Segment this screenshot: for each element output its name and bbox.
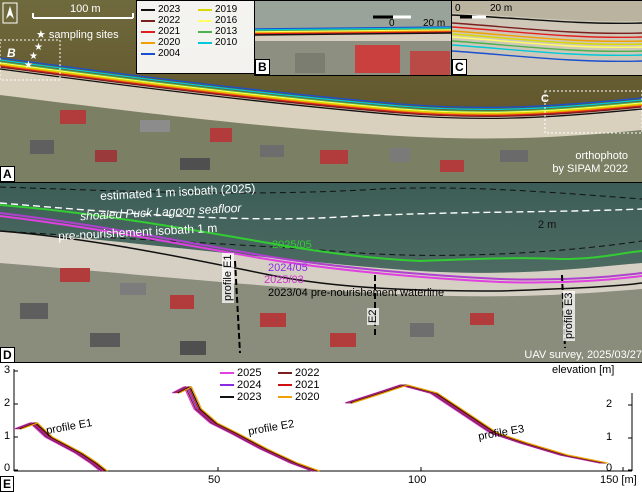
x-tick-100: 100 [408,474,427,486]
profile-legend-label: 2025 [237,367,262,379]
profile-legend-item: 2024 [220,379,272,391]
profile-legend-swatch [220,396,234,398]
inset-b-letter: B [255,59,270,75]
panel-e-legend: 2025 2022 2024 2021 2023 2020 [220,367,330,403]
orthophoto-credit: orthophoto by SIPAM 2022 [552,150,628,176]
y-tick-right-2: 2 [606,398,613,410]
y-tick-3: 3 [4,364,11,376]
shoreline-legend-label: 2020 [158,37,181,48]
shoreline-legend-item: 2022 [141,15,194,26]
shoreline-legend-item: 2019 [198,4,251,15]
elevation-axis-label: elevation [m] [552,364,615,376]
shoreline-legend-item: 2021 [141,26,194,37]
profile-legend-item: 2022 [278,367,330,379]
profile-legend-label: 2023 [237,391,262,403]
waterline-2025-03-label: 2025/03 [264,274,304,286]
pre-waterline-label: 2023/04 pre-nourishement waterline [268,287,445,299]
profile-legend-label: 2020 [295,391,320,403]
orthophoto-line1: orthophoto [575,150,628,162]
profile-legend-swatch [278,384,292,386]
svg-text:★: ★ [24,60,33,71]
shoreline-legend-label: 2019 [215,4,238,15]
panel-e: 3 2 1 0 2 1 0 50 100 150 [m] elevation [… [0,362,642,492]
isobath-2m-label: 2 m [538,219,557,231]
x-tick-50: 50 [208,474,221,486]
shoreline-legend-swatch [198,30,212,33]
profile-legend-label: 2024 [237,379,262,391]
profile-legend-item: 2023 [220,391,272,403]
shoreline-legend-swatch [198,8,212,11]
profile-e2-label: E2 [367,307,379,325]
shoreline-legend-swatch [141,19,155,22]
profile-e3-curve [346,384,602,464]
panel-a-legend: 2023 2019 2022 2016 2021 2013 2020 2010 2004 [136,0,256,74]
panel-d: estimated 1 m isobath (2025) 2 m shoaled… [0,182,642,363]
shoreline-legend-swatch [198,41,212,44]
shoreline-legend-item: 2010 [198,37,251,48]
panel-a-scale-label: 100 m [70,3,101,15]
shoreline-legend-swatch [141,41,155,44]
profile-legend-swatch [278,372,292,374]
y-tick-right-1: 1 [606,431,613,443]
inset-c-marker: C [541,93,549,105]
shoreline-legend-item: 2016 [198,15,251,26]
profile-legend-label: 2022 [295,367,320,379]
shoreline-legend-swatch [141,8,155,11]
inset-b-scale-zero: 0 [389,18,395,29]
profile-legend-swatch [220,384,234,386]
figure: ★ ★ ★ 100 m ★ sampling sites B C orthoph… [0,0,642,492]
profile-legend-label: 2021 [295,379,320,391]
sampling-sites-label: ★ sampling sites [36,29,119,41]
inset-b-marker: B [7,46,16,60]
profile-e3-label: profile E3 [563,290,575,341]
profile-legend-item: 2020 [278,391,330,403]
shoreline-legend-label: 2013 [215,26,238,37]
shoreline-legend-label: 2022 [158,15,181,26]
inset-c-map [452,1,642,62]
shoreline-legend-item: 2023 [141,4,194,15]
shoreline-legend-item: 2020 [141,37,194,48]
profile-legend-swatch [278,396,292,398]
inset-c: 0 20 m C [451,0,642,76]
inset-c-scale-label: 20 m [490,3,513,14]
profile-e3-curve [344,384,601,464]
inset-c-letter: C [452,59,467,75]
shoreline-legend-swatch [198,19,212,22]
profile-legend-item: 2025 [220,367,272,379]
shoreline-legend-label: 2010 [215,37,238,48]
shoreline-legend-item: 2013 [198,26,251,37]
inset-b: 0 20 m B [254,0,453,76]
panel-a: ★ ★ ★ 100 m ★ sampling sites B C orthoph… [0,0,642,182]
y-tick-right-0: 0 [606,462,613,474]
inset-c-scale-zero: 0 [455,3,461,14]
profile-legend-swatch [220,372,234,374]
waterline-2025-05-label: 2025/05 [272,239,312,251]
panel-e-letter: E [0,476,15,492]
shoreline-legend-label: 2021 [158,26,181,37]
panel-d-letter: D [0,347,15,363]
shoreline-legend-swatch [141,30,155,33]
y-tick-0: 0 [4,462,11,474]
shoreline-legend-label: 2016 [215,15,238,26]
profile-legend-item: 2021 [278,379,330,391]
waterline-2024-05-label: 2024/05 [268,262,308,274]
panel-a-letter: A [0,166,15,182]
inset-b-map [255,1,452,75]
y-tick-1: 1 [4,430,11,442]
shoreline-legend-label: 2023 [158,4,181,15]
orthophoto-line2: by SIPAM 2022 [552,163,628,175]
profile-e1-label: profile E1 [222,252,234,303]
shoreline-legend-item: 2004 [141,48,194,59]
x-tick-150: 150 [m] [600,474,637,486]
y-tick-2: 2 [4,397,11,409]
shoreline-legend-label: 2004 [158,48,181,59]
shoreline-legend-swatch [141,52,155,55]
inset-b-scale-label: 20 m [423,18,446,29]
uav-credit: UAV survey, 2025/03/27 [524,349,642,361]
